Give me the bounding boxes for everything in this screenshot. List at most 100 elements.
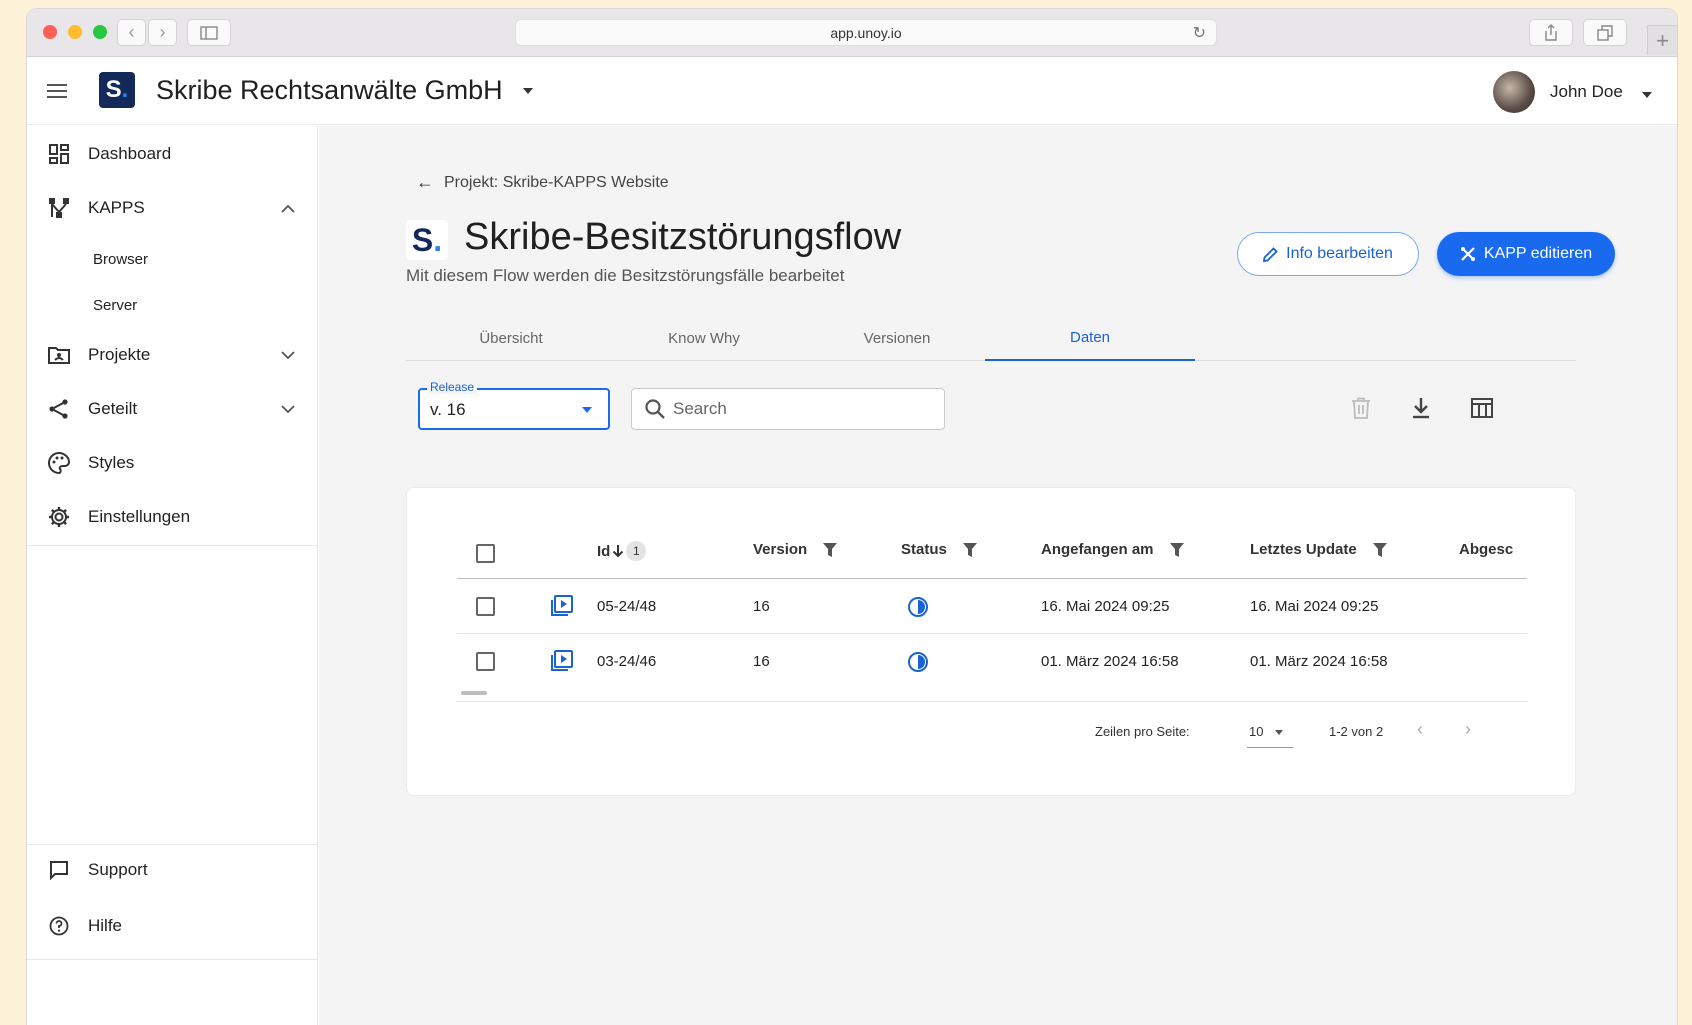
row-checkbox[interactable] [476,597,495,616]
column-header-label: Abgesc [1459,541,1514,558]
page-subtitle: Mit diesem Flow werden die Besitzstörung… [406,266,845,285]
play-video-icon[interactable] [550,594,574,618]
tabs-overview-button[interactable] [1583,19,1627,46]
status-in-progress-icon [908,652,928,672]
avatar[interactable] [1493,71,1535,113]
sidebar-divider [27,844,318,845]
filter-icon[interactable] [823,542,838,557]
cell-version: 16 [753,653,770,670]
reload-icon[interactable]: ↻ [1193,23,1206,43]
column-header-updated[interactable]: Letztes Update [1250,541,1387,558]
previous-page-button[interactable]: ‹ [1417,719,1423,740]
sidebar-item-label: Geteilt [88,399,138,418]
new-tab-button[interactable]: + [1647,25,1677,55]
sidebar-subitem-browser[interactable]: Browser [93,251,148,268]
breadcrumb[interactable]: ← Projekt: Skribe-KAPPS Website [416,172,669,193]
release-label: Release [427,380,478,394]
tab-daten[interactable]: Daten [985,316,1195,361]
sidebar-toggle-button[interactable] [187,19,231,46]
minimize-window-button[interactable] [68,25,82,39]
sidebar-item-label: Styles [88,453,135,472]
dashboard-icon [47,142,71,166]
edit-kapp-button[interactable]: KAPP editieren [1437,232,1615,276]
search-field[interactable] [631,388,945,430]
trash-icon [1352,397,1370,419]
sidebar-item-projekte[interactable]: Projekte [27,333,318,377]
sidebar-item-styles[interactable]: Styles [27,441,318,485]
org-logo-letter: S [105,76,122,103]
column-header-status[interactable]: Status [901,541,977,558]
search-input[interactable] [673,389,933,429]
release-value: v. 16 [430,400,466,419]
edit-info-button[interactable]: Info bearbeiten [1237,232,1419,276]
sidebar-icon [200,25,218,40]
arrow-left-icon: ← [416,172,434,192]
table-footer-divider [457,701,1527,702]
dropdown-caret-icon [1275,730,1283,735]
play-video-icon[interactable] [550,649,574,673]
sidebar-item-kapps[interactable]: KAPPS [27,186,318,230]
user-name[interactable]: John Doe [1550,82,1623,102]
sidebar-item-label: KAPPS [88,198,145,217]
table-header-divider [457,578,1527,579]
browser-toolbar: ‹ › app.unoy.io ↻ + [27,9,1677,57]
delete-button[interactable] [1347,394,1375,422]
horizontal-scrollbar[interactable] [461,691,487,695]
edit-info-label: Info bearbeiten [1286,245,1393,262]
close-window-button[interactable] [43,25,57,39]
sidebar-item-label: Support [88,860,148,879]
row-checkbox[interactable] [476,652,495,671]
sidebar-item-dashboard[interactable]: Dashboard [27,132,318,176]
sidebar-item-hilfe[interactable]: Hilfe [27,904,318,948]
data-table: Id 1 Version Status Angefangen am Letzte… [406,487,1576,796]
download-button[interactable] [1407,394,1435,422]
sidebar-divider [27,545,318,546]
tab-versionen[interactable]: Versionen [792,316,1002,361]
column-header-id[interactable]: Id 1 [597,541,647,561]
forward-button[interactable]: › [148,19,177,46]
user-dropdown-icon[interactable] [1642,92,1652,98]
sidebar-item-support[interactable]: Support [27,848,318,892]
column-header-label: Version [753,541,808,558]
address-bar[interactable]: app.unoy.io ↻ [515,19,1217,46]
rows-per-page-select[interactable]: 10 [1247,720,1293,748]
release-select[interactable]: Release v. 16 [418,380,610,430]
select-all-checkbox[interactable] [476,544,495,563]
chevron-right-icon: › [159,22,166,42]
sidebar-subitem-server[interactable]: Server [93,297,137,314]
org-name[interactable]: Skribe Rechtsanwälte GmbH [156,75,503,106]
app-header: S. Skribe Rechtsanwälte GmbH John Doe [27,58,1677,125]
column-header-version[interactable]: Version [753,541,838,558]
tabs-icon [1597,24,1613,41]
columns-button[interactable] [1468,394,1496,422]
org-dropdown-icon[interactable] [523,88,533,94]
tab-know-why[interactable]: Know Why [599,316,809,361]
sidebar-item-geteilt[interactable]: Geteilt [27,387,318,431]
folder-icon [47,343,71,367]
share-button[interactable] [1529,19,1573,46]
column-header-started[interactable]: Angefangen am [1041,541,1184,558]
chevron-down-icon [281,401,295,417]
dropdown-caret-icon [582,407,592,413]
sidebar: Dashboard KAPPS Browser Server Projekte [27,126,318,1025]
sidebar-item-label: Projekte [88,345,151,364]
sidebar-item-einstellungen[interactable]: Einstellungen [27,495,318,539]
edit-kapp-label: KAPP editieren [1483,245,1593,262]
column-header-completed[interactable]: Abgesc [1459,541,1513,558]
back-button[interactable]: ‹ [117,19,146,46]
next-page-button[interactable]: › [1465,719,1471,740]
filter-icon[interactable] [1169,542,1184,557]
column-header-label: Status [901,541,947,558]
tab-uebersicht[interactable]: Übersicht [406,316,616,361]
share-icon [47,397,71,421]
sidebar-item-label: Dashboard [88,144,172,163]
maximize-window-button[interactable] [93,25,107,39]
plus-icon: + [1656,27,1669,53]
filter-icon[interactable] [962,542,977,557]
menu-icon[interactable] [47,84,67,102]
kapp-logo-dot: . [433,221,443,258]
sidebar-item-label: Einstellungen [88,507,191,526]
cell-started: 01. März 2024 16:58 [1041,653,1179,670]
filter-icon[interactable] [1372,542,1387,557]
breadcrumb-label: Projekt: Skribe-KAPPS Website [444,173,669,191]
